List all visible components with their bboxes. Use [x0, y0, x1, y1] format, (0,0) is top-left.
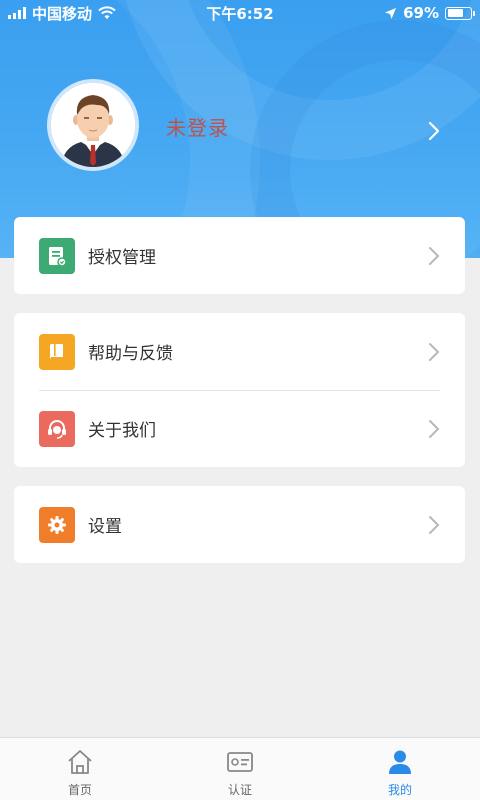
tab-label: 认证: [227, 783, 252, 797]
tab-home[interactable]: 首页: [0, 738, 160, 800]
chevron-right-icon: [429, 515, 440, 534]
tab-mine[interactable]: 我的: [320, 738, 480, 800]
home-icon: [68, 750, 92, 774]
chevron-right-icon: [429, 246, 440, 265]
menu-card-settings: 设置: [14, 486, 465, 563]
menu-item-label: 关于我们: [88, 421, 156, 441]
menu-item-help-feedback[interactable]: 帮助与反馈: [14, 313, 465, 390]
person-icon: [389, 750, 411, 774]
carrier-name: 中国移动: [32, 4, 93, 23]
menu-item-about-us[interactable]: 关于我们: [14, 390, 465, 467]
chevron-right-icon: [429, 342, 440, 361]
headset-icon: [39, 410, 75, 447]
status-bar: 中国移动 下午6:52 69%: [0, 0, 480, 26]
wifi-icon: [98, 6, 116, 19]
settings-gear-icon: [39, 506, 75, 543]
battery-icon: [445, 6, 475, 20]
chevron-right-icon[interactable]: [424, 120, 444, 142]
id-card-icon: [227, 752, 253, 772]
menu-item-label: 设置: [88, 517, 122, 537]
chevron-right-icon: [429, 419, 440, 438]
menu-item-authorization[interactable]: 授权管理: [14, 217, 465, 294]
menu-item-label: 帮助与反馈: [88, 344, 173, 364]
menu-card-authorization: 授权管理: [14, 217, 465, 294]
battery-level: [447, 9, 463, 17]
tab-label: 首页: [67, 783, 92, 797]
location-arrow-icon: [385, 7, 397, 19]
menu-item-settings[interactable]: 设置: [14, 486, 465, 563]
male-avatar-image: [51, 83, 135, 167]
menu-card-support: 帮助与反馈 关于我们: [14, 313, 465, 467]
authorization-document-icon: [39, 237, 75, 274]
tab-label: 我的: [387, 783, 412, 797]
avatar[interactable]: [47, 79, 139, 171]
login-status-link[interactable]: 未登录: [166, 112, 229, 141]
battery-percentage: 69%: [403, 4, 439, 22]
signal-icon: [8, 7, 26, 19]
help-book-icon: [39, 333, 75, 370]
menu-item-label: 授权管理: [88, 248, 156, 268]
tab-certification[interactable]: 认证: [160, 738, 320, 800]
tab-bar: 首页 认证 我的: [0, 737, 480, 800]
